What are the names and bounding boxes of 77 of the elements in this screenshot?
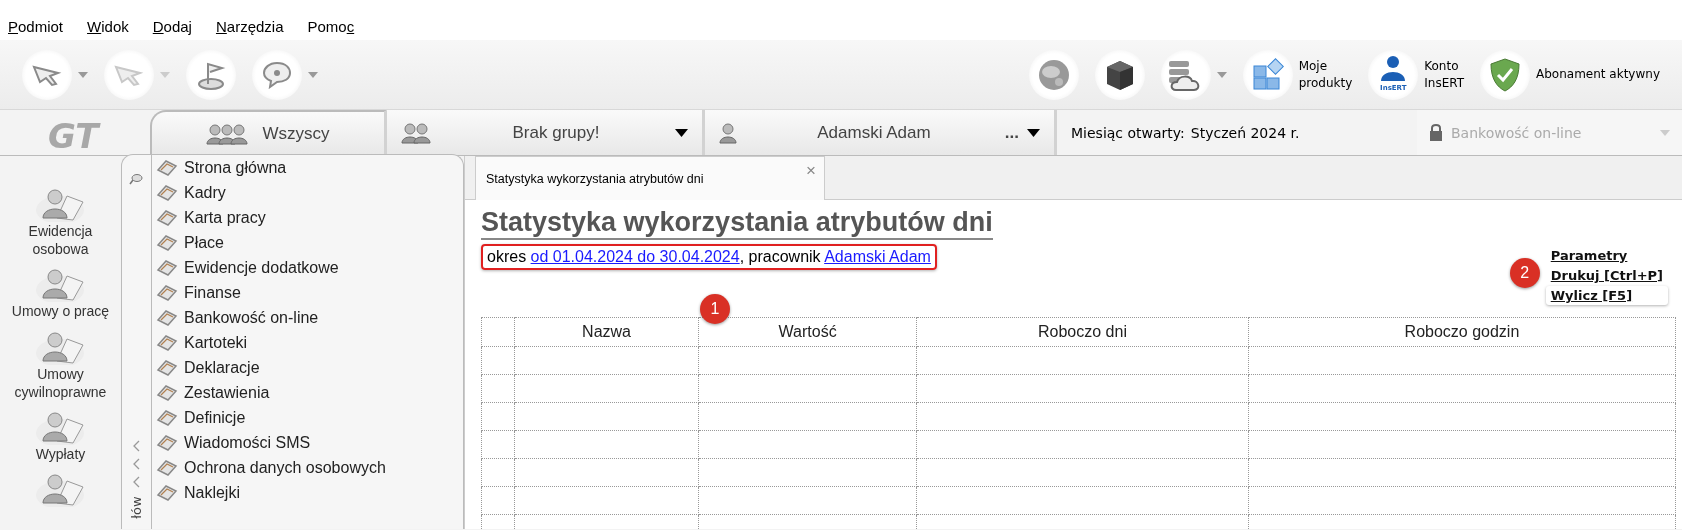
group-dropdown[interactable]: Brak grupy!: [387, 110, 705, 155]
close-button[interactable]: ×: [806, 161, 816, 181]
action-link[interactable]: Wylicz [F5]: [1545, 286, 1668, 305]
card-icon: [155, 182, 178, 203]
nav-item[interactable]: Ewidencje dodatkowe: [155, 255, 386, 280]
month-value: Styczeń 2024 r.: [1190, 124, 1300, 141]
card-icon: [155, 332, 178, 353]
column-header: Roboczo godzin: [1248, 317, 1676, 347]
column-header: Nazwa: [514, 317, 699, 347]
nav-item[interactable]: Ochrona danych osobowych: [155, 455, 386, 480]
nav-item[interactable]: Naklejki: [155, 480, 386, 505]
card-icon: [155, 482, 178, 503]
caret-icon: [1027, 128, 1040, 137]
card-icon: [155, 307, 178, 328]
report-title: Statystyka wykorzystania atrybutów dni: [481, 208, 993, 240]
nav-item[interactable]: Zestawienia: [155, 380, 386, 405]
person-icon: [1380, 54, 1407, 83]
chevron-icon[interactable]: [132, 476, 141, 488]
nav-item[interactable]: Wiadomości SMS: [155, 430, 386, 455]
nav-item[interactable]: Finanse: [155, 280, 386, 305]
caret-icon: [308, 71, 318, 78]
menu-item[interactable]: Pomoc: [305, 18, 357, 35]
card-icon: [155, 432, 178, 453]
employee-dropdown[interactable]: Adamski Adam ...: [705, 110, 1057, 155]
module-button[interactable]: Umowy o pracę: [11, 262, 110, 321]
chevron-icon[interactable]: [132, 440, 141, 452]
report-subtitle: okres od 01.04.2024 do 30.04.2024, pracownik Adamski Adam: [481, 243, 937, 270]
menu-item[interactable]: Dodaj: [150, 18, 194, 35]
card-icon: [155, 357, 178, 378]
toolbar-button[interactable]: Moje produkty: [1234, 49, 1361, 100]
nav-item[interactable]: Karta pracy: [155, 205, 386, 230]
employee-link[interactable]: Adamski Adam: [824, 247, 931, 265]
step-badge: 2: [1509, 258, 1540, 288]
menu-item[interactable]: Podmiot: [6, 18, 66, 35]
panel-label: łów: [128, 496, 144, 519]
action-link[interactable]: Parametry: [1545, 246, 1668, 265]
help-bubble-icon: [262, 60, 292, 89]
nav-item[interactable]: Płace: [155, 230, 386, 255]
caret-icon: [1216, 71, 1227, 78]
caret-icon: [78, 71, 88, 78]
nav-item[interactable]: Bankowość on-line: [155, 305, 386, 330]
module-button[interactable]: Wypłaty: [33, 404, 88, 464]
lock-icon: [1429, 123, 1443, 142]
card-icon: [155, 257, 178, 278]
card-icon: [155, 382, 178, 403]
month-label: Miesiąc otwarty:: [1071, 124, 1185, 141]
nav-item[interactable]: Kartoteki: [155, 330, 386, 355]
module-button[interactable]: Umowy cywilnoprawne: [14, 324, 107, 401]
chevron-icon[interactable]: [132, 458, 141, 470]
group-tab[interactable]: Wszyscy: [150, 110, 387, 155]
caret-icon: [675, 128, 688, 137]
tiles-icon: [1250, 57, 1285, 92]
step-badge: 1: [700, 294, 730, 324]
card-icon: [155, 157, 178, 178]
column-header: Wartość: [698, 317, 917, 347]
column-header: Roboczo dni: [916, 317, 1249, 347]
card-icon: [155, 282, 178, 303]
menu-item[interactable]: Widok: [85, 18, 131, 35]
card-icon: [155, 207, 178, 228]
nav-item[interactable]: Definicje: [155, 405, 386, 430]
logo: GT: [47, 115, 102, 155]
shield-check-icon: [1488, 56, 1523, 93]
action-link[interactable]: Drukuj [Ctrl+P]: [1545, 266, 1668, 285]
nav-item[interactable]: Deklaracje: [155, 355, 386, 380]
caret-icon: [160, 71, 170, 78]
module-button[interactable]: Ewidencja osobowa: [28, 182, 93, 259]
globe-icon: [1036, 57, 1071, 92]
period-link[interactable]: od 01.04.2024 do 30.04.2024: [530, 247, 740, 265]
toolbar-button[interactable]: Abonament aktywny: [1472, 49, 1668, 100]
card-icon: [155, 407, 178, 428]
nav-item[interactable]: Kadry: [155, 180, 386, 205]
nav-item[interactable]: Strona główna: [155, 155, 386, 180]
document-tab[interactable]: Statystyka wykorzystania atrybutów dni ×: [475, 156, 825, 200]
card-icon: [155, 457, 178, 478]
menu-item[interactable]: Narzędzia: [213, 18, 286, 35]
card-icon: [155, 232, 178, 253]
caret-icon: [1660, 129, 1670, 136]
